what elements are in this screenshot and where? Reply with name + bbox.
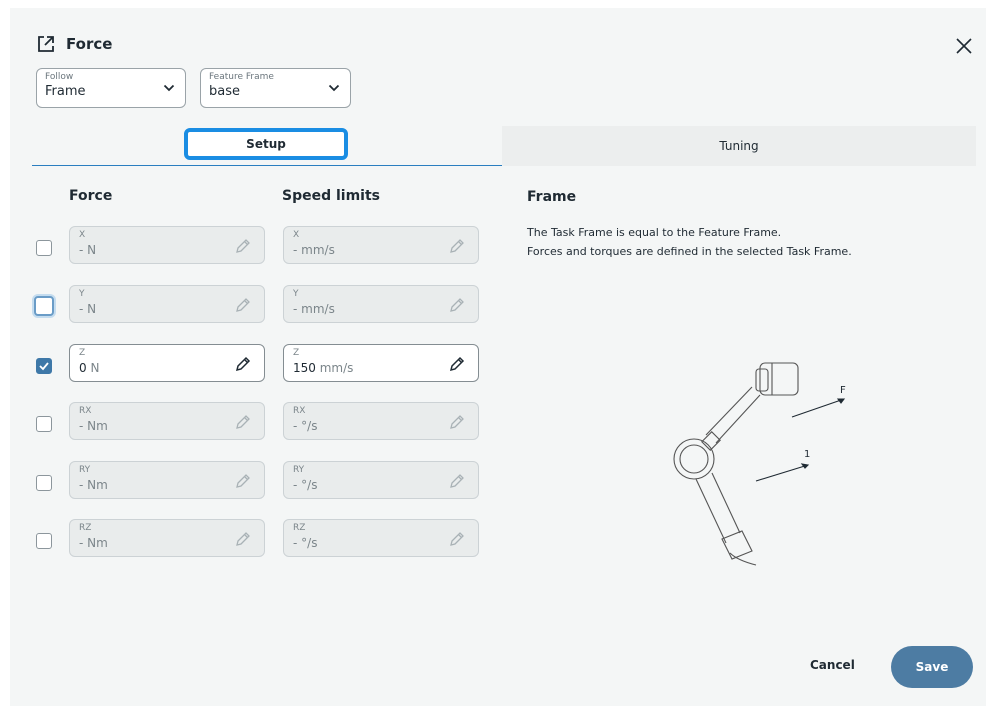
force-dialog: Force Follow Frame Feature Frame base Se… — [10, 8, 986, 706]
force-y-label: Y — [79, 289, 85, 299]
force-rx-field[interactable]: RX - Nm — [69, 402, 265, 440]
chevron-down-icon — [163, 84, 175, 92]
force-rz-value: - Nm — [79, 534, 255, 552]
force-rz-unit: Nm — [83, 536, 108, 550]
speed-ry-label: RY — [293, 465, 305, 475]
speed-ry-value: - °/s — [293, 476, 469, 494]
speed-rz-field[interactable]: RZ - °/s — [283, 519, 479, 557]
force-y-unit: N — [83, 302, 97, 316]
force-x-label: X — [79, 230, 86, 240]
save-button[interactable]: Save — [891, 646, 973, 688]
speed-y-value: - mm/s — [293, 300, 469, 318]
force-y-value: - N — [79, 300, 255, 318]
frame-title: Frame — [527, 189, 577, 205]
pencil-icon[interactable] — [234, 413, 252, 431]
force-x-field[interactable]: X - N — [69, 226, 265, 264]
force-y-field[interactable]: Y - N — [69, 285, 265, 323]
speed-ry-field[interactable]: RY - °/s — [283, 461, 479, 499]
force-z-field[interactable]: Z 0 N — [69, 344, 265, 382]
tab-setup[interactable]: Setup — [184, 128, 348, 160]
checkbox-x[interactable] — [36, 240, 52, 256]
checkbox-rx[interactable] — [36, 416, 52, 432]
checkbox-z[interactable] — [36, 358, 52, 374]
follow-dropdown[interactable]: Follow Frame — [36, 68, 186, 108]
speed-rx-field[interactable]: RX - °/s — [283, 402, 479, 440]
tab-tuning[interactable]: Tuning — [502, 126, 976, 166]
pencil-icon[interactable] — [234, 237, 252, 255]
force-ry-value: - Nm — [79, 476, 255, 494]
force-z-number: 0 — [79, 361, 87, 375]
force-x-value: - N — [79, 241, 255, 259]
force-rx-unit: Nm — [83, 419, 108, 433]
robot-arm-illustration: F 1 — [673, 362, 846, 566]
speed-ry-unit: °/s — [297, 478, 318, 492]
pencil-icon[interactable] — [234, 296, 252, 314]
speed-y-field[interactable]: Y - mm/s — [283, 285, 479, 323]
speed-z-number: 150 — [293, 361, 316, 375]
speed-x-unit: mm/s — [297, 243, 335, 257]
checkbox-ry[interactable] — [36, 475, 52, 491]
speed-rx-value: - °/s — [293, 417, 469, 435]
pencil-icon[interactable] — [448, 296, 466, 314]
speed-z-value: 150 mm/s — [293, 359, 469, 377]
checkbox-rz[interactable] — [36, 533, 52, 549]
speed-y-unit: mm/s — [297, 302, 335, 316]
frame-description-line-2: Forces and torques are defined in the se… — [527, 245, 852, 258]
speed-rz-unit: °/s — [297, 536, 318, 550]
arrow-label-1: 1 — [804, 449, 810, 460]
speed-x-field[interactable]: X - mm/s — [283, 226, 479, 264]
speed-z-unit: mm/s — [315, 361, 354, 375]
force-ry-field[interactable]: RY - Nm — [69, 461, 265, 499]
force-column-header: Force — [69, 188, 113, 204]
speed-rz-label: RZ — [293, 523, 306, 533]
feature-frame-value: base — [209, 84, 240, 99]
frame-description-line-1: The Task Frame is equal to the Feature F… — [527, 226, 782, 239]
checkbox-y[interactable] — [34, 296, 54, 316]
pencil-icon[interactable] — [234, 355, 252, 373]
speed-x-value: - mm/s — [293, 241, 469, 259]
force-z-value: 0 N — [79, 359, 255, 377]
speed-y-label: Y — [293, 289, 299, 299]
speed-z-label: Z — [293, 348, 300, 358]
pencil-icon[interactable] — [234, 472, 252, 490]
tab-bar: Setup Tuning — [32, 126, 976, 166]
force-ry-label: RY — [79, 465, 91, 475]
dialog-title: Force — [66, 35, 113, 53]
force-ry-unit: Nm — [83, 478, 108, 492]
pencil-icon[interactable] — [448, 237, 466, 255]
speed-rx-unit: °/s — [297, 419, 318, 433]
force-z-unit: N — [86, 361, 100, 375]
frame-description: The Task Frame is equal to the Feature F… — [527, 223, 852, 261]
force-rz-field[interactable]: RZ - Nm — [69, 519, 265, 557]
force-rx-value: - Nm — [79, 417, 255, 435]
pencil-icon[interactable] — [448, 355, 466, 373]
close-icon[interactable] — [954, 36, 974, 56]
pencil-icon[interactable] — [448, 413, 466, 431]
speed-x-label: X — [293, 230, 300, 240]
chevron-down-icon — [328, 84, 340, 92]
follow-value: Frame — [45, 84, 86, 99]
feature-frame-dropdown[interactable]: Feature Frame base — [200, 68, 351, 108]
dialog-header: Force — [36, 34, 112, 54]
follow-label: Follow — [45, 72, 74, 82]
speed-rx-label: RX — [293, 406, 306, 416]
force-z-label: Z — [79, 348, 86, 358]
speed-limits-column-header: Speed limits — [282, 188, 380, 204]
feature-frame-label: Feature Frame — [209, 72, 274, 82]
pencil-icon[interactable] — [448, 530, 466, 548]
tab-setup-area: Setup — [32, 126, 502, 166]
force-x-unit: N — [83, 243, 97, 257]
open-in-new-icon — [38, 36, 54, 52]
force-rz-label: RZ — [79, 523, 92, 533]
speed-rz-value: - °/s — [293, 534, 469, 552]
speed-z-field[interactable]: Z 150 mm/s — [283, 344, 479, 382]
check-icon — [39, 362, 49, 371]
arrow-label-f: F — [840, 385, 846, 396]
force-rx-label: RX — [79, 406, 92, 416]
pencil-icon[interactable] — [448, 472, 466, 490]
pencil-icon[interactable] — [234, 530, 252, 548]
cancel-button[interactable]: Cancel — [810, 658, 855, 672]
